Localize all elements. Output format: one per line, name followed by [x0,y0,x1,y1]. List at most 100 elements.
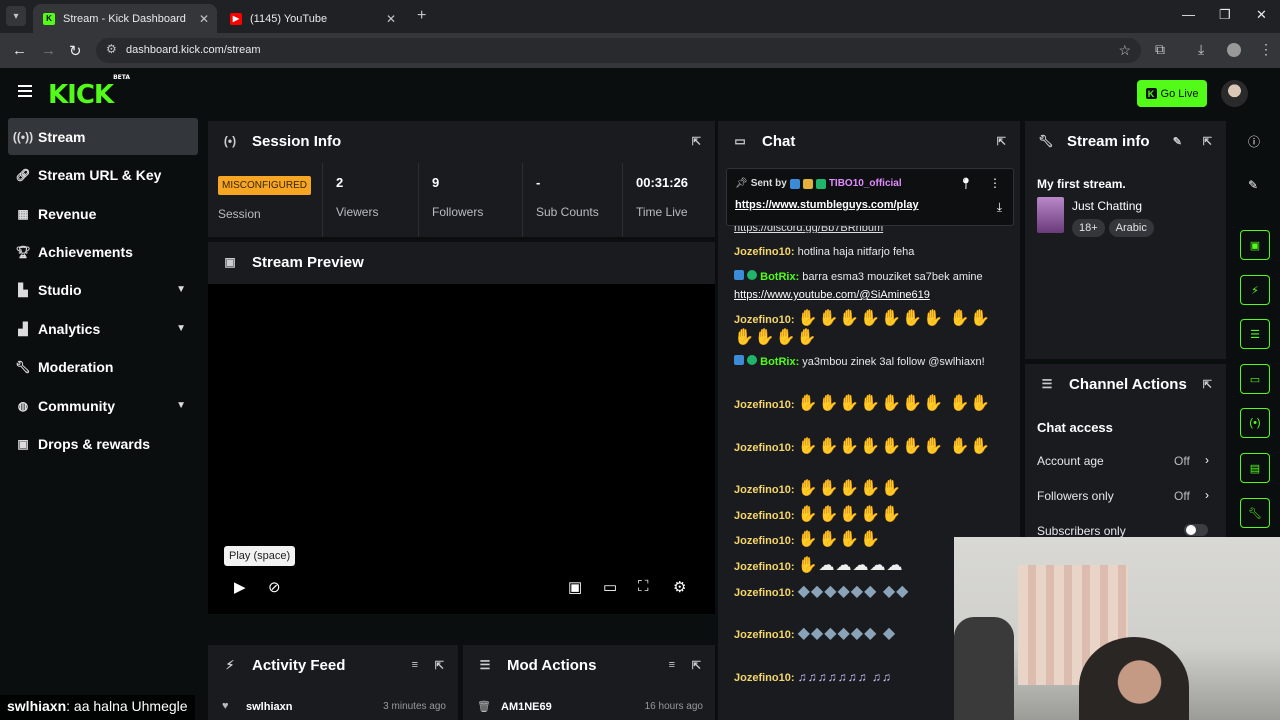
list-icon: ☰ [479,658,491,672]
close-tab-icon[interactable]: ✕ [199,12,209,26]
new-tab-icon[interactable]: + [417,7,426,25]
sidebar-item-stream-url-key[interactable]: 🔗︎ Stream URL & Key [8,156,198,193]
revenue-icon: ▦ [17,206,29,221]
popout-icon[interactable]: ⇱ [997,135,1006,148]
subscribers-only-row: Subscribers only [1037,524,1208,538]
sidebar-item-label: Drops & rewards [38,435,151,452]
broadcast-toggle-icon[interactable]: (•) [1240,408,1270,438]
sidebar-item-label: Analytics [38,320,101,337]
tab-kick-dashboard[interactable]: K Stream - Kick Dashboard ✕ [33,4,217,33]
play-icon[interactable]: ▶ [234,578,246,596]
pinned-message: 📌︎ Sent by TIBO10_official https://www.s… [726,168,1014,226]
sidebar-item-stream[interactable]: ((•)) Stream [8,118,198,155]
pinned-sender: 📌︎ Sent by TIBO10_official [735,178,902,189]
maximize-icon[interactable]: ❐ [1219,7,1231,23]
edit-pencil-icon[interactable]: ✎ [1248,178,1258,192]
chat-username[interactable]: Jozefino10: [734,672,795,684]
activity-toggle-icon[interactable]: ⚡︎ [1240,275,1270,305]
chat-username[interactable]: BotRix: [760,356,799,368]
tab-search-chevron-icon[interactable]: ▾ [6,6,26,26]
channel-actions-toggle-icon[interactable]: ▤ [1240,453,1270,483]
sidebar-item-drops-rewards[interactable]: ▣ Drops & rewards [8,425,198,462]
wrench-toggle-icon[interactable]: 🔧︎ [1240,498,1270,528]
followers-only-row[interactable]: Followers only Off › [1037,488,1209,503]
chat-username[interactable]: Jozefino10: [734,629,795,641]
mute-icon[interactable]: ⊘ [268,578,281,596]
go-live-button[interactable]: K Go Live [1137,80,1207,107]
chat-username[interactable]: Jozefino10: [734,561,795,573]
popout-icon[interactable]: ⇱ [1203,135,1212,148]
bookmark-star-icon[interactable]: ☆ [1118,42,1131,59]
sidebar-item-label: Stream URL & Key [38,166,162,183]
kick-logo[interactable]: KICKBETA [48,74,130,110]
chat-link[interactable]: https://www.youtube.com/@SiAmine619 [734,289,930,301]
emote-row: ◆◆◆◆◆◆ ◆◆ [797,583,910,600]
chat-username[interactable]: Jozefino10: [734,314,795,326]
filter-icon[interactable]: ≡ [669,659,675,671]
expand-down-icon[interactable]: ⤓ [997,200,1002,215]
download-icon[interactable]: ⤓ [1198,41,1204,58]
panel-title: Mod Actions [507,656,597,674]
close-tab-icon[interactable]: ✕ [386,12,396,26]
back-icon[interactable]: ← [12,42,27,59]
activity-user[interactable]: swlhiaxn [246,701,292,713]
category-name[interactable]: Just Chatting [1072,199,1142,213]
emote-row: ✋✋✋✋✋✋✋ ✋✋ [797,395,992,412]
chat-username[interactable]: Jozefino10: [734,587,795,599]
user-avatar[interactable] [1221,80,1248,107]
theater-icon[interactable]: ▭ [603,578,617,596]
list-toggle-icon[interactable]: ☰ [1240,319,1270,349]
filter-icon[interactable]: ≡ [412,659,418,671]
session-stats: MISCONFIGURED Session 2 Viewers 9 Follow… [208,163,715,237]
chat-username[interactable]: Jozefino10: [734,484,795,496]
settings-gear-icon[interactable]: ⚙ [673,578,686,596]
popout-icon[interactable]: ⇱ [692,659,701,672]
tab-youtube[interactable]: ▶ (1145) YouTube ✕ [220,4,404,33]
close-window-icon[interactable]: ✕ [1256,7,1267,23]
chat-username[interactable]: Jozefino10: [734,535,795,547]
address-bar[interactable]: ⚙ dashboard.kick.com/stream ☆ [96,38,1141,63]
site-settings-icon[interactable]: ⚙ [106,42,117,56]
chat-bubble-icon: ▭ [734,134,746,148]
unpin-icon[interactable]: 📍︎ [959,177,973,190]
profile-icon[interactable] [1227,43,1241,57]
session-info-toggle-icon[interactable]: ▣ [1240,230,1270,260]
wrench-icon: 🔧︎ [15,359,31,374]
chat-username[interactable]: Jozefino10: [734,442,795,454]
sidebar-item-moderation[interactable]: 🔧︎ Moderation [8,348,198,385]
pinned-user[interactable]: TIBO10_official [829,178,902,189]
minimize-icon[interactable]: — [1182,7,1195,22]
sidebar-item-studio[interactable]: ▙ Studio ▼ [8,271,198,308]
chat-username[interactable]: Jozefino10: [734,399,795,411]
trash-icon: 🗑︎ [477,701,491,713]
subscribers-only-toggle[interactable] [1184,524,1208,536]
chat-username[interactable]: BotRix: [760,271,799,283]
reload-icon[interactable]: ↻ [69,42,82,60]
forward-icon[interactable]: → [41,42,56,59]
popout-icon[interactable]: ⇱ [435,659,444,672]
account-age-row[interactable]: Account age Off › [1037,453,1209,468]
miniplayer-icon[interactable]: ▣ [568,578,582,596]
sidebar-item-community[interactable]: ◍ Community ▼ [8,387,198,424]
url-text: dashboard.kick.com/stream [126,44,261,56]
popout-icon[interactable]: ⇱ [1203,378,1212,391]
chat-username[interactable]: Jozefino10: [734,510,795,522]
emote-row: ♫♫♫♫♫♫♫ ♫♫ [797,670,892,684]
mod-action-time: 16 hours ago [644,701,703,712]
edit-pencil-icon[interactable]: ✎ [1173,135,1182,148]
fullscreen-icon[interactable]: ⛶ [638,578,649,595]
sidebar-item-revenue[interactable]: ▦ Revenue [8,195,198,232]
sidebar-item-achievements[interactable]: 🏆︎ Achievements [8,233,198,270]
popout-icon[interactable]: ⇱ [692,135,701,148]
more-options-icon[interactable]: ⋮ [989,176,1001,190]
category-thumbnail[interactable] [1037,197,1064,233]
chat-toggle-icon[interactable]: ▭ [1240,364,1270,394]
sidebar-item-analytics[interactable]: ▟ Analytics ▼ [8,310,198,347]
extensions-icon[interactable]: ⧉ [1155,41,1165,58]
pinned-link[interactable]: https://www.stumbleguys.com/play [735,199,919,211]
info-icon[interactable]: ⓘ [1248,133,1260,150]
mod-action-user[interactable]: AM1NE69 [501,701,552,713]
chat-username[interactable]: Jozefino10: [734,246,795,258]
hamburger-menu-icon[interactable] [18,85,32,100]
menu-kebab-icon[interactable]: ⋮ [1259,41,1273,58]
